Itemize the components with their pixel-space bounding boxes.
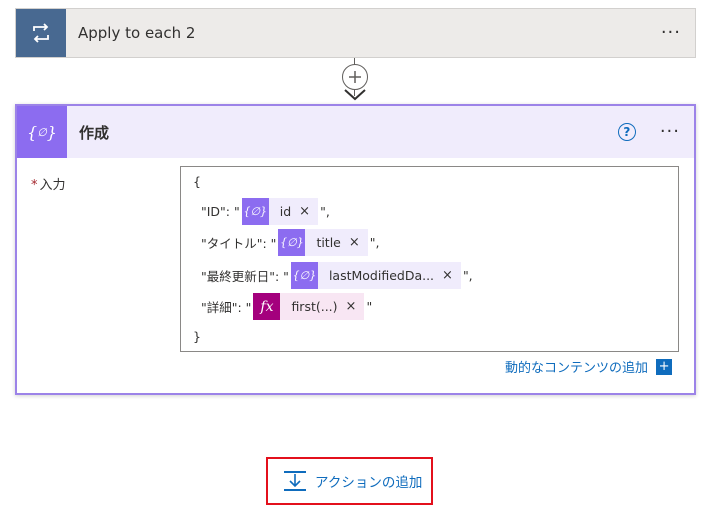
add-dynamic-content-label: 動的なコンテンツの追加 xyxy=(505,361,649,376)
help-icon[interactable]: ? xyxy=(617,123,636,141)
compose-card: {∅} 作成 ? ··· * 入力 { "ID": " {∅} id × ", "… xyxy=(15,104,696,395)
dynamic-token-id[interactable]: {∅} id × xyxy=(241,198,319,225)
remove-token-icon[interactable]: × xyxy=(442,268,461,283)
compose-title: 作成 xyxy=(79,123,110,142)
braces-icon: {∅} xyxy=(290,262,318,289)
dynamic-token-lastmodified[interactable]: {∅} lastModifiedDa... × xyxy=(290,262,461,289)
required-mark: * xyxy=(31,178,38,193)
plus-icon: + xyxy=(656,358,673,375)
arrow-down-icon xyxy=(344,89,366,101)
dynamic-token-title[interactable]: {∅} title × xyxy=(278,229,368,256)
editor-line-id: "ID": " {∅} id × ", xyxy=(201,198,330,225)
compose-header[interactable]: {∅} 作成 ? ··· xyxy=(17,106,694,158)
remove-token-icon[interactable]: × xyxy=(346,299,365,314)
remove-token-icon[interactable]: × xyxy=(299,204,318,219)
close-brace: } xyxy=(193,329,201,344)
braces-icon: {∅} xyxy=(241,198,269,225)
insert-step-icon xyxy=(284,471,306,491)
input-editor[interactable]: { "ID": " {∅} id × ", "タイトル": " {∅} titl… xyxy=(180,166,679,352)
loop-icon xyxy=(16,9,66,57)
add-dynamic-content-link[interactable]: 動的なコンテンツの追加 + xyxy=(505,357,673,376)
input-label: * 入力 xyxy=(31,178,66,193)
apply-to-each-title: Apply to each 2 xyxy=(78,24,196,42)
editor-line-modified: "最終更新日": " {∅} lastModifiedDa... × ", xyxy=(201,262,473,289)
braces-icon: {∅} xyxy=(17,106,67,158)
insert-new-step-button[interactable] xyxy=(342,64,368,90)
add-action-button[interactable]: アクションの追加 xyxy=(266,457,433,505)
more-options-button[interactable]: ··· xyxy=(660,123,680,141)
add-action-label: アクションの追加 xyxy=(315,475,423,491)
braces-icon: {∅} xyxy=(278,229,306,256)
editor-line-title: "タイトル": " {∅} title × ", xyxy=(201,229,380,256)
more-options-button[interactable]: ··· xyxy=(661,24,681,42)
open-brace: { xyxy=(193,174,201,189)
fx-icon: fx xyxy=(253,293,281,320)
apply-to-each-card[interactable]: Apply to each 2 ··· xyxy=(15,8,696,58)
plus-icon xyxy=(349,71,361,83)
expression-token-first[interactable]: fx first(...) × xyxy=(253,293,365,320)
remove-token-icon[interactable]: × xyxy=(349,235,368,250)
editor-line-detail: "詳細": " fx first(...) × " xyxy=(201,293,372,320)
